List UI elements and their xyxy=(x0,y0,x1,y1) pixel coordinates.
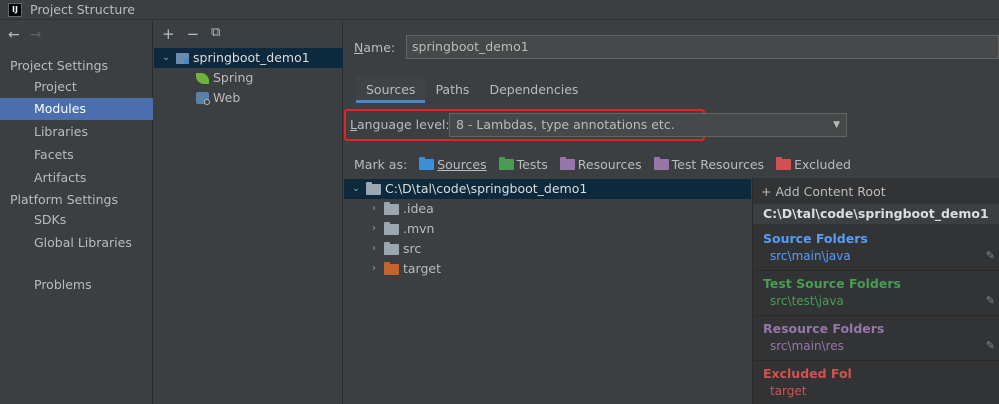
content-root-path: C:\D\tal\code\springboot_demo1 xyxy=(753,204,999,224)
language-level-label: Language level: xyxy=(350,117,450,132)
excluded-folder-icon xyxy=(776,157,792,170)
edit-pencil-icon[interactable]: ✎ xyxy=(986,294,995,307)
chevron-right-icon[interactable]: › xyxy=(368,199,380,219)
chevron-right-icon[interactable]: › xyxy=(368,259,380,279)
resource-folders-header: Resource Folders xyxy=(763,321,885,336)
chevron-down-icon[interactable]: ⌄ xyxy=(160,48,172,68)
test-resources-folder-icon xyxy=(653,157,669,170)
source-folder-path[interactable]: src\main\java xyxy=(770,249,851,263)
chevron-right-icon[interactable]: › xyxy=(368,219,380,239)
module-tabs: Sources Paths Dependencies xyxy=(356,77,588,103)
nav-arrows: ← → xyxy=(8,27,41,43)
sidebar-item-facets[interactable]: Facets xyxy=(0,144,153,166)
language-level-select[interactable]: 8 - Lambdas, type annotations etc. ▼ xyxy=(449,113,847,137)
edit-pencil-icon[interactable]: ✎ xyxy=(986,339,995,352)
dropdown-arrow-icon[interactable]: ▼ xyxy=(833,114,840,136)
chevron-down-icon[interactable]: ⌄ xyxy=(350,179,362,199)
mark-as-toolbar: Mark as: Sources Tests Resources Test Re… xyxy=(354,157,851,172)
sidebar-item-global-libraries[interactable]: Global Libraries xyxy=(0,232,153,254)
back-arrow-icon[interactable]: ← xyxy=(8,27,20,43)
test-source-folders-header: Test Source Folders xyxy=(763,276,901,291)
mark-resources-button[interactable]: Resources xyxy=(559,157,642,172)
divider xyxy=(753,315,999,316)
content-root-tree: ⌄ C:\D\tal\code\springboot_demo1 › .idea… xyxy=(344,178,751,404)
title-bar: IJ Project Structure xyxy=(0,0,999,20)
project-settings-header: Project Settings xyxy=(10,58,109,73)
tab-sources[interactable]: Sources xyxy=(356,77,426,103)
module-name: springboot_demo1 xyxy=(193,50,310,65)
mark-as-label: Mark as: xyxy=(354,157,408,172)
folder-icon xyxy=(384,201,399,215)
edit-pencil-icon[interactable]: ✎ xyxy=(986,249,995,262)
mark-excluded-button[interactable]: Excluded xyxy=(776,157,851,172)
sidebar-item-project[interactable]: Project xyxy=(0,76,153,98)
folder-icon xyxy=(384,221,399,235)
sidebar-item-modules[interactable]: Modules xyxy=(0,98,153,120)
module-name-input[interactable]: springboot_demo1 xyxy=(406,35,999,59)
folder-label: .idea xyxy=(403,201,434,216)
mark-test-resources-button[interactable]: Test Resources xyxy=(653,157,764,172)
add-content-root-button[interactable]: + Add Content Root xyxy=(761,184,886,199)
folder-icon xyxy=(384,241,399,255)
source-folders-header: Source Folders xyxy=(763,231,868,246)
module-tree-root[interactable]: ⌄ springboot_demo1 xyxy=(154,48,343,68)
modules-toolbar: + − ⧉ xyxy=(162,25,220,43)
divider xyxy=(753,360,999,361)
divider xyxy=(753,270,999,271)
facet-label: Spring xyxy=(213,70,254,85)
module-child-web[interactable]: Web xyxy=(196,88,240,108)
sidebar-item-libraries[interactable]: Libraries xyxy=(0,121,153,143)
forward-arrow-icon[interactable]: → xyxy=(30,27,42,43)
resources-folder-icon xyxy=(559,157,575,170)
spring-leaf-icon xyxy=(196,72,209,84)
excluded-folders-header: Excluded Fol xyxy=(763,366,852,381)
mark-tests-button[interactable]: Tests xyxy=(498,157,548,172)
tab-dependencies[interactable]: Dependencies xyxy=(479,77,588,103)
module-child-spring[interactable]: Spring xyxy=(196,68,253,88)
mark-sources-button[interactable]: Sources xyxy=(419,157,487,172)
root-path-label: C:\D\tal\code\springboot_demo1 xyxy=(385,181,588,196)
tree-row-idea[interactable]: › .idea xyxy=(368,199,434,219)
tests-folder-icon xyxy=(498,157,514,170)
language-level-value: 8 - Lambdas, type annotations etc. xyxy=(456,117,675,132)
resource-folder-path[interactable]: src\main\res xyxy=(770,339,844,353)
tree-row-src[interactable]: › src xyxy=(368,239,421,259)
test-source-folder-path[interactable]: src\test\java xyxy=(770,294,844,308)
intellij-app-icon: IJ xyxy=(8,2,22,17)
web-facet-icon xyxy=(196,92,210,105)
sidebar-item-artifacts[interactable]: Artifacts xyxy=(0,167,153,189)
tree-row-root[interactable]: ⌄ C:\D\tal\code\springboot_demo1 xyxy=(344,179,751,199)
name-label: Name: xyxy=(354,40,396,55)
sidebar-item-problems[interactable]: Problems xyxy=(0,274,153,296)
facet-label: Web xyxy=(213,90,241,105)
modules-pane: + − ⧉ ⌄ springboot_demo1 Spring Web xyxy=(154,21,343,404)
folder-icon xyxy=(366,181,381,195)
excluded-folder-icon xyxy=(384,261,399,275)
sources-folder-icon xyxy=(419,157,435,170)
sidebar-item-sdks[interactable]: SDKs xyxy=(0,209,153,231)
tree-row-target[interactable]: › target xyxy=(368,259,441,279)
tab-paths[interactable]: Paths xyxy=(425,77,479,103)
folder-label: src xyxy=(403,241,422,256)
tree-row-mvn[interactable]: › .mvn xyxy=(368,219,434,239)
platform-settings-header: Platform Settings xyxy=(10,192,118,207)
chevron-right-icon[interactable]: › xyxy=(368,239,380,259)
excluded-folder-path[interactable]: target xyxy=(770,384,807,398)
copy-icon[interactable]: ⧉ xyxy=(211,25,220,43)
window-title: Project Structure xyxy=(30,2,135,17)
folder-label: target xyxy=(403,261,442,276)
settings-sidebar: ← → Project Settings Project Modules Lib… xyxy=(0,21,153,404)
content-roots-panel: + Add Content Root C:\D\tal\code\springb… xyxy=(752,178,999,404)
module-folder-icon xyxy=(176,52,189,64)
remove-icon[interactable]: − xyxy=(187,25,200,43)
add-icon[interactable]: + xyxy=(162,25,175,43)
folder-label: .mvn xyxy=(403,221,435,236)
module-settings-panel: Name: springboot_demo1 Sources Paths Dep… xyxy=(344,21,999,404)
